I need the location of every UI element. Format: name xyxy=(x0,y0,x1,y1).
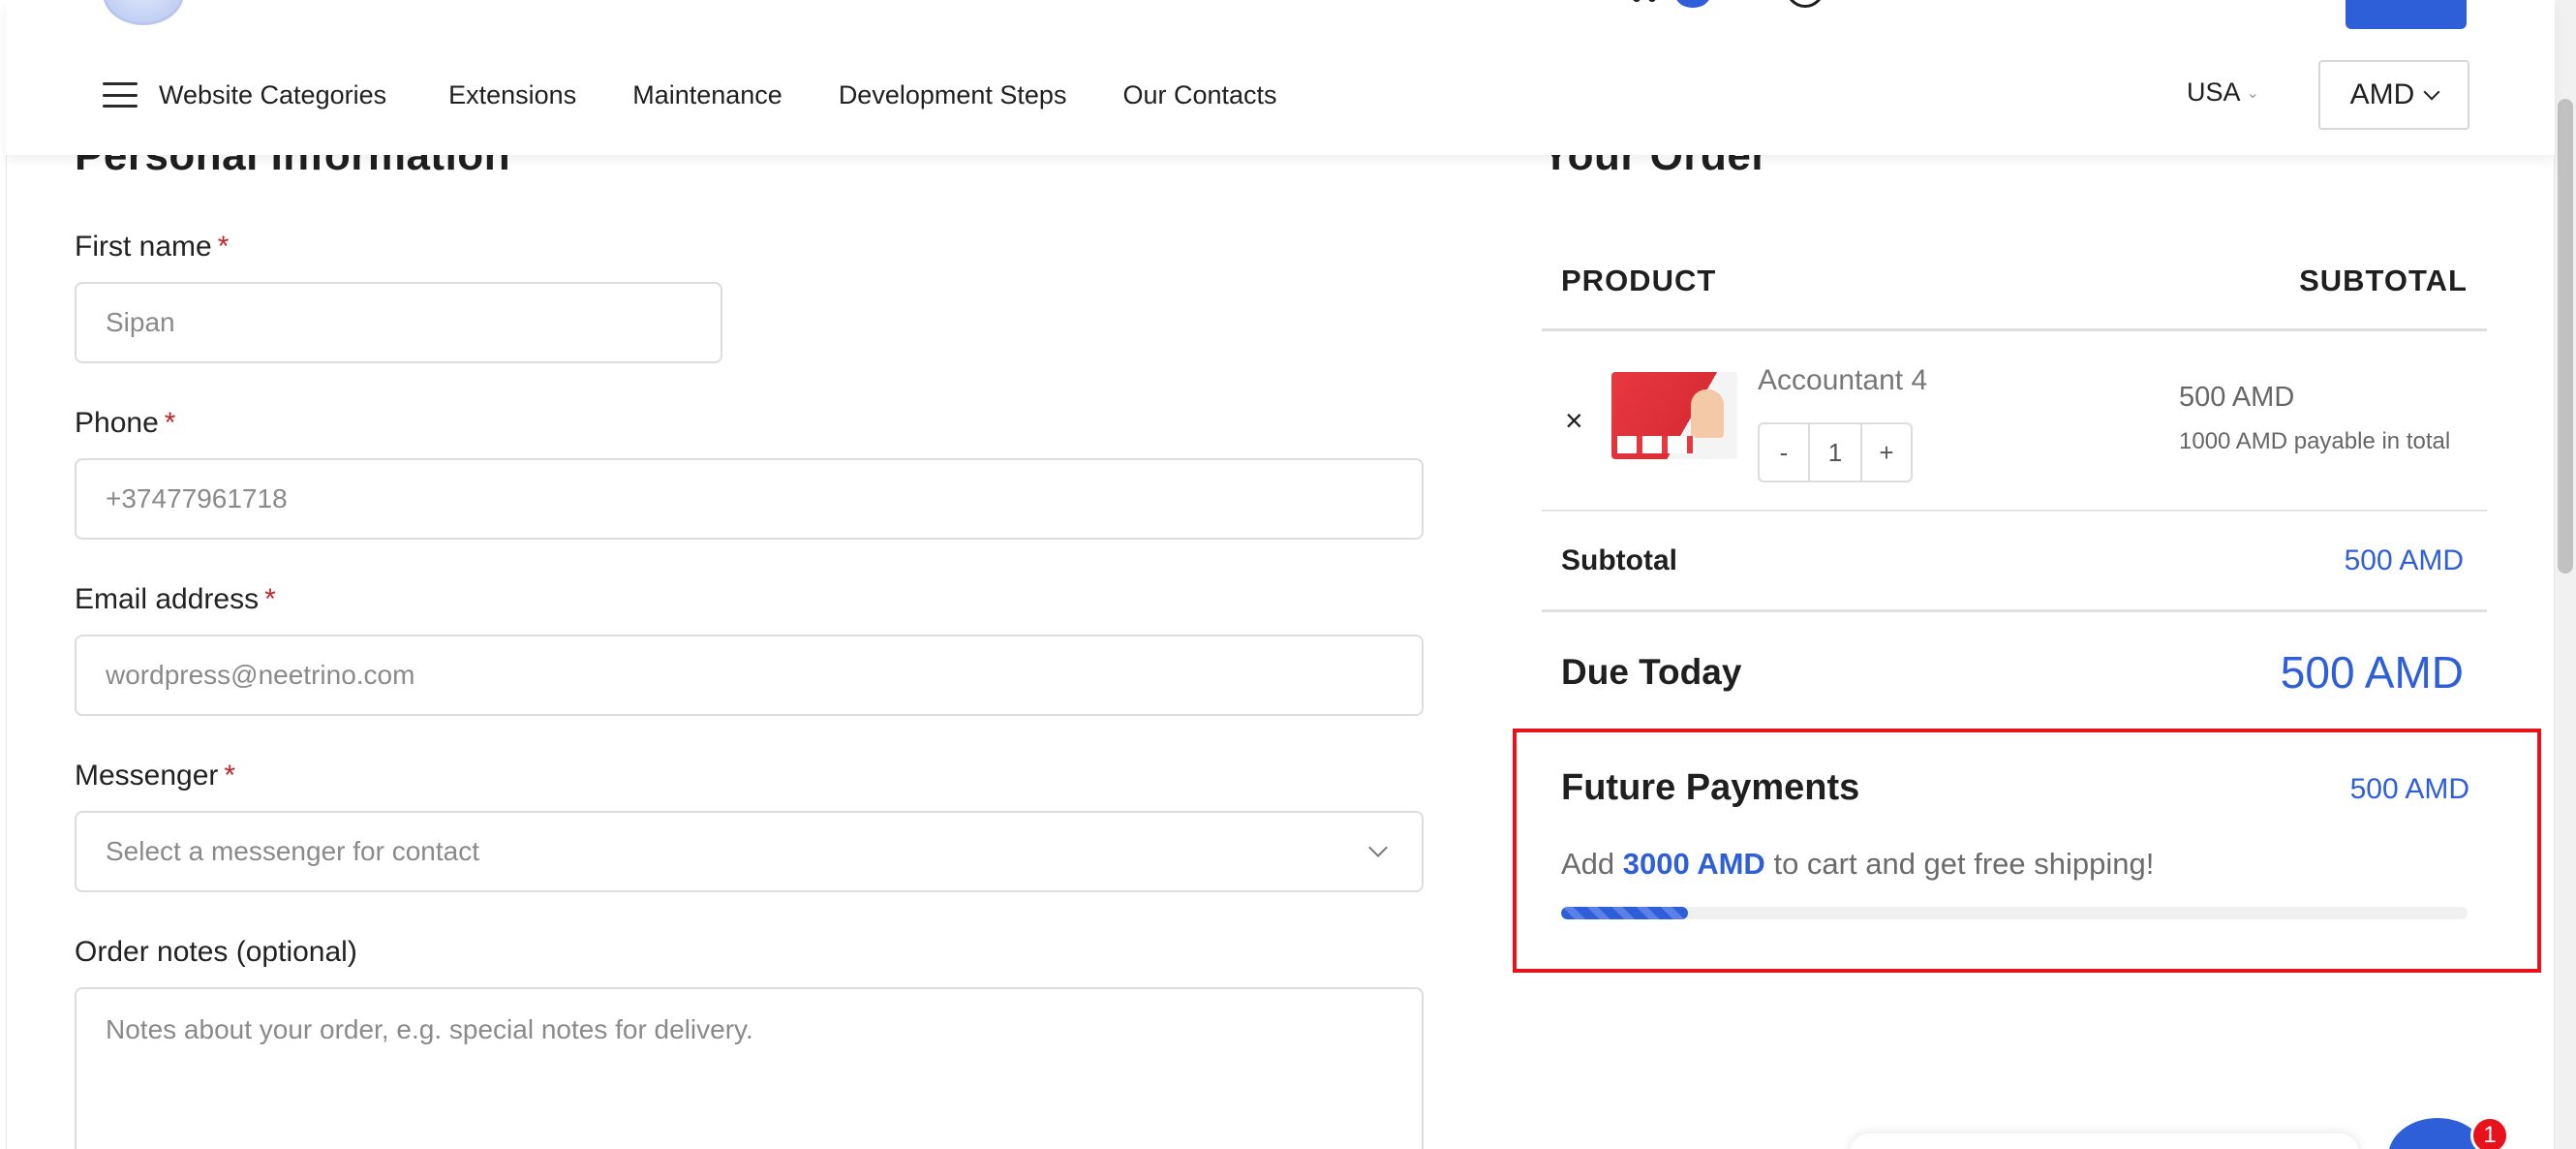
email-input[interactable]: wordpress@neetrino.com xyxy=(75,635,1424,716)
nav-our-contacts[interactable]: Our Contacts xyxy=(1122,80,1276,110)
phone-placeholder: +37477961718 xyxy=(106,483,288,513)
nav-extensions[interactable]: Extensions xyxy=(448,80,576,110)
free-shipping-progress-fill xyxy=(1561,907,1689,919)
chevron-down-icon xyxy=(2423,83,2440,101)
order-notes-placeholder: Notes about your order, e.g. special not… xyxy=(106,1014,753,1044)
subtotal-label: Subtotal xyxy=(1561,543,1677,576)
future-payments-box: Future Payments 500 AMD Add 3000 AMD to … xyxy=(1513,729,2541,973)
cart-icon[interactable] xyxy=(1633,0,1658,8)
due-today-label: Due Today xyxy=(1561,652,1742,692)
due-today-value: 500 AMD xyxy=(2280,647,2464,698)
main-nav: Website Categories Extensions Maintenanc… xyxy=(103,76,1334,114)
nav-website-categories[interactable]: Website Categories xyxy=(159,80,386,110)
qty-decrease-button[interactable]: - xyxy=(1760,424,1808,481)
email-placeholder: wordpress@neetrino.com xyxy=(106,660,415,690)
required-mark: * xyxy=(217,231,230,263)
subtotal-column-header: SUBTOTAL xyxy=(2299,263,2468,297)
currency-select[interactable]: AMD xyxy=(2318,60,2469,130)
logo[interactable] xyxy=(103,0,184,25)
item-price-note: 1000 AMD payable in total xyxy=(2179,428,2451,454)
chevron-down-icon: ⌄ xyxy=(2246,84,2259,102)
messenger-label: Messenger * xyxy=(75,760,236,792)
messenger-placeholder: Select a messenger for contact xyxy=(106,836,479,866)
future-payments-amount: 500 AMD xyxy=(2349,773,2469,805)
quantity-stepper: - 1 + xyxy=(1758,422,1913,482)
future-payments-title: Future Payments xyxy=(1561,767,1860,808)
qty-increase-button[interactable]: + xyxy=(1862,424,1911,481)
first-name-placeholder: Sipan xyxy=(106,307,175,337)
order-notes-textarea[interactable]: Notes about your order, e.g. special not… xyxy=(75,987,1424,1149)
cart-count-badge[interactable] xyxy=(1675,0,1710,8)
phone-input[interactable]: +37477961718 xyxy=(75,458,1424,540)
subtotal-value: 500 AMD xyxy=(2344,543,2464,576)
product-thumbnail[interactable] xyxy=(1611,372,1737,459)
required-mark: * xyxy=(224,760,236,792)
country-value: USA xyxy=(2187,78,2241,107)
phone-label: Phone * xyxy=(75,407,176,439)
order-table-header: PRODUCT SUBTOTAL xyxy=(1542,233,2487,331)
product-name[interactable]: Accountant 4 xyxy=(1758,364,1927,397)
menu-icon[interactable] xyxy=(103,82,138,108)
chat-prompt[interactable] xyxy=(1850,1133,2359,1149)
email-label: Email address * xyxy=(75,583,276,615)
nav-development-steps[interactable]: Development Steps xyxy=(839,80,1067,110)
required-mark: * xyxy=(164,407,176,439)
remove-item-icon[interactable]: × xyxy=(1565,403,1583,439)
chevron-down-icon xyxy=(1368,838,1388,857)
chat-notification-badge: 1 xyxy=(2470,1116,2509,1149)
scrollbar-thumb[interactable] xyxy=(2558,99,2573,574)
subtotal-row: Subtotal 500 AMD xyxy=(1542,512,2487,612)
required-mark: * xyxy=(264,583,276,615)
order-notes-label: Order notes (optional) xyxy=(75,936,357,968)
free-shipping-amount: 3000 AMD xyxy=(1622,847,1765,881)
first-name-label: First name * xyxy=(75,231,230,263)
order-item-row: × Accountant 4 - 1 + 500 AMD 1000 AMD pa… xyxy=(1542,331,2487,512)
messenger-select[interactable]: Select a messenger for contact xyxy=(75,811,1424,892)
user-icon[interactable] xyxy=(1786,0,1825,8)
free-shipping-progress xyxy=(1561,907,2468,919)
due-today-row: Due Today 500 AMD xyxy=(1542,612,2487,732)
currency-value: AMD xyxy=(2349,78,2415,110)
qty-input[interactable]: 1 xyxy=(1808,424,1862,481)
country-select[interactable]: USA ⌄ xyxy=(2187,78,2259,108)
free-shipping-message: Add 3000 AMD to cart and get free shippi… xyxy=(1561,847,2155,881)
header-action-button[interactable] xyxy=(2346,0,2467,29)
item-price: 500 AMD xyxy=(2179,382,2295,413)
site-header: Website Categories Extensions Maintenanc… xyxy=(6,0,2555,155)
nav-maintenance[interactable]: Maintenance xyxy=(632,80,782,110)
product-column-header: PRODUCT xyxy=(1561,263,1717,297)
first-name-input[interactable]: Sipan xyxy=(75,282,722,363)
